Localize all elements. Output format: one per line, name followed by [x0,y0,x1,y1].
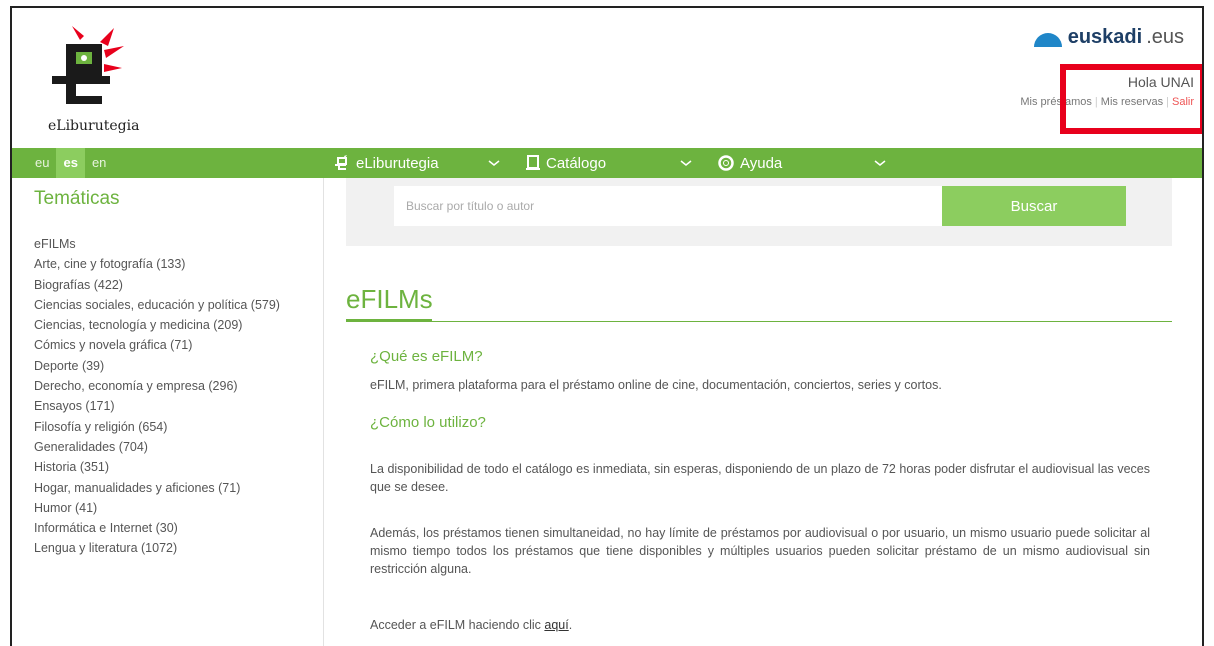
eliburutegia-logo[interactable]: eLiburutegia [42,26,152,134]
lang-eu[interactable]: eu [28,148,56,178]
sidebar-item[interactable]: Biografías (422) [34,275,280,295]
euskadi-logo[interactable]: euskadi .eus [1032,26,1184,49]
chevron-down-icon[interactable] [488,157,500,169]
sidebar-item[interactable]: eFILMs [34,234,280,254]
sidebar-item[interactable]: Arte, cine y fotografía (133) [34,254,280,274]
sidebar: Temáticas eFILMs Arte, cine y fotografía … [12,178,324,646]
aqui-link[interactable]: aquí [544,618,568,632]
sidebar-item[interactable]: Deporte (39) [34,356,280,376]
sidebar-item[interactable]: Ensayos (171) [34,396,280,416]
search-panel: Buscar [346,178,1172,246]
nav-catalogo[interactable]: Catálogo [526,148,606,178]
sidebar-item[interactable]: Generalidades (704) [34,437,280,457]
sidebar-list: eFILMs Arte, cine y fotografía (133) Biogr… [34,234,280,559]
access-text: Acceder a eFILM haciendo clic [370,618,545,632]
sidebar-item[interactable]: Historia (351) [34,457,280,477]
header: eLiburutegia euskadi .eus Hola UNAI Mis p… [12,8,1202,148]
highlight-box [1060,64,1202,134]
nav-ayuda[interactable]: Ayuda [718,148,782,178]
euskadi-arc-icon [1033,32,1062,47]
logo-text: eLiburutegia [48,118,140,134]
nav-ayuda-label: Ayuda [740,154,783,172]
sidebar-item[interactable]: Ciencias, tecnología y medicina (209) [34,315,280,335]
tablet-icon [526,155,540,170]
sidebar-item[interactable]: Derecho, economía y empresa (296) [34,376,280,396]
paragraph-access: Acceder a eFILM haciendo clic aquí. [370,616,1150,634]
chevron-down-icon[interactable] [874,157,886,169]
sidebar-item[interactable]: Humor (41) [34,498,280,518]
title-underline [346,319,432,322]
nav-eliburutegia-label: eLiburutegia [356,154,439,172]
sidebar-item[interactable]: Hogar, manualidades y aficiones (71) [34,478,280,498]
sidebar-item[interactable]: Filosofía y religión (654) [34,417,280,437]
access-suffix: . [568,618,573,632]
eliburutegia-icon [335,155,347,170]
section-heading-what: ¿Qué es eFILM? [370,348,483,365]
sidebar-item[interactable]: Cómics y novela gráfica (71) [34,335,280,355]
page-frame: eLiburutegia euskadi .eus Hola UNAI Mis p… [10,6,1204,646]
chevron-down-icon[interactable] [680,157,692,169]
sidebar-item[interactable]: Ciencias sociales, educación y política … [34,295,280,315]
paragraph-availability: La disponibilidad de todo el catálogo es… [370,462,1150,494]
nav-eliburutegia[interactable]: eLiburutegia [334,148,439,178]
sidebar-item[interactable]: Lengua y literatura (1072) [34,538,280,558]
language-selector: eu es en [12,148,113,178]
sidebar-item[interactable]: Informática e Internet (30) [34,518,280,538]
search-button[interactable]: Buscar [942,186,1126,226]
nav-catalogo-label: Catálogo [546,154,607,172]
page-title: eFILMs [346,284,433,314]
main-nav: eu es en eLiburutegia Catálogo Ayuda [12,148,1202,178]
euskadi-brand: euskadi [1067,26,1143,48]
euskadi-tld: .eus [1146,26,1184,48]
lang-es[interactable]: es [56,148,85,178]
logo-icon [52,26,124,104]
paragraph-what: eFILM, primera plataforma para el présta… [370,378,942,392]
sidebar-title: Temáticas [34,188,120,209]
paragraph-simultaneity: Además, los préstamos tienen simultaneid… [370,526,1150,576]
lifebuoy-icon [718,155,734,171]
search-input[interactable] [394,186,942,226]
lang-en[interactable]: en [85,148,113,178]
title-divider [346,321,1172,322]
section-heading-how: ¿Cómo lo utilizo? [370,414,486,431]
